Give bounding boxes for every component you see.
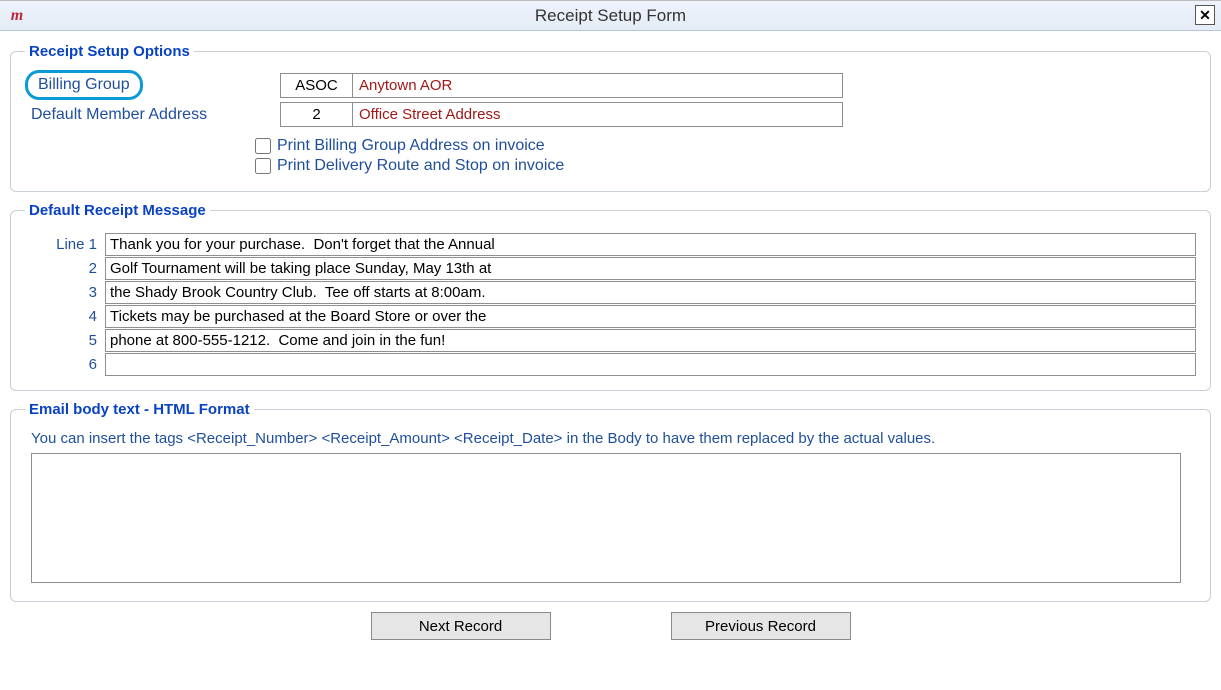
msg-label-5: 5 xyxy=(25,329,105,352)
section-title-email: Email body text - HTML Format xyxy=(25,401,254,418)
billing-group-desc[interactable]: Anytown AOR xyxy=(353,73,843,97)
msg-label-1: Line 1 xyxy=(25,233,105,256)
email-hint: You can insert the tags <Receipt_Number>… xyxy=(31,430,1196,447)
msg-label-3: 3 xyxy=(25,281,105,304)
msg-line-3[interactable] xyxy=(105,281,1196,304)
default-member-table: 2 Office Street Address xyxy=(280,102,843,127)
msg-line-5[interactable] xyxy=(105,329,1196,352)
msg-line-6[interactable] xyxy=(105,353,1196,376)
default-member-desc[interactable]: Office Street Address xyxy=(353,103,843,127)
close-button[interactable]: ✕ xyxy=(1195,5,1215,25)
section-title-options: Receipt Setup Options xyxy=(25,43,194,60)
previous-record-button[interactable]: Previous Record xyxy=(671,612,851,640)
chk-print-billing-label: Print Billing Group Address on invoice xyxy=(277,137,545,155)
window-body: Receipt Setup Options Billing Group ASOC… xyxy=(0,31,1221,648)
msg-line-1[interactable] xyxy=(105,233,1196,256)
chk-print-billing[interactable] xyxy=(255,138,271,154)
billing-group-table: ASOC Anytown AOR xyxy=(280,73,843,98)
billing-group-code[interactable]: ASOC xyxy=(281,73,353,97)
chk-print-delivery[interactable] xyxy=(255,158,271,174)
msg-line-4[interactable] xyxy=(105,305,1196,328)
section-title-message: Default Receipt Message xyxy=(25,202,210,219)
chk-print-billing-row[interactable]: Print Billing Group Address on invoice xyxy=(255,137,1196,155)
msg-label-6: 6 xyxy=(25,353,105,376)
receipt-setup-window: m Receipt Setup Form ✕ Receipt Setup Opt… xyxy=(0,0,1221,690)
window-title: Receipt Setup Form xyxy=(0,6,1221,26)
section-receipt-options: Receipt Setup Options Billing Group ASOC… xyxy=(10,43,1211,192)
msg-label-2: 2 xyxy=(25,257,105,280)
default-member-label: Default Member Address xyxy=(25,106,280,124)
chk-print-delivery-label: Print Delivery Route and Stop on invoice xyxy=(277,157,564,175)
msg-label-4: 4 xyxy=(25,305,105,328)
billing-group-label[interactable]: Billing Group xyxy=(25,70,143,100)
options-checkboxes: Print Billing Group Address on invoice P… xyxy=(255,137,1196,175)
nav-button-row: Next Record Previous Record xyxy=(10,612,1211,640)
msg-line-2[interactable] xyxy=(105,257,1196,280)
billing-group-label-col: Billing Group xyxy=(25,70,280,100)
next-record-button[interactable]: Next Record xyxy=(371,612,551,640)
section-default-message: Default Receipt Message Line 1 2 3 4 5 6 xyxy=(10,202,1211,391)
chk-print-delivery-row[interactable]: Print Delivery Route and Stop on invoice xyxy=(255,157,1196,175)
section-email-body: Email body text - HTML Format You can in… xyxy=(10,401,1211,602)
titlebar: m Receipt Setup Form ✕ xyxy=(0,1,1221,31)
app-icon: m xyxy=(8,7,26,25)
message-grid: Line 1 2 3 4 5 6 xyxy=(25,233,1196,376)
default-member-code[interactable]: 2 xyxy=(281,103,353,127)
email-body-input[interactable] xyxy=(31,453,1181,583)
close-icon: ✕ xyxy=(1199,8,1211,22)
